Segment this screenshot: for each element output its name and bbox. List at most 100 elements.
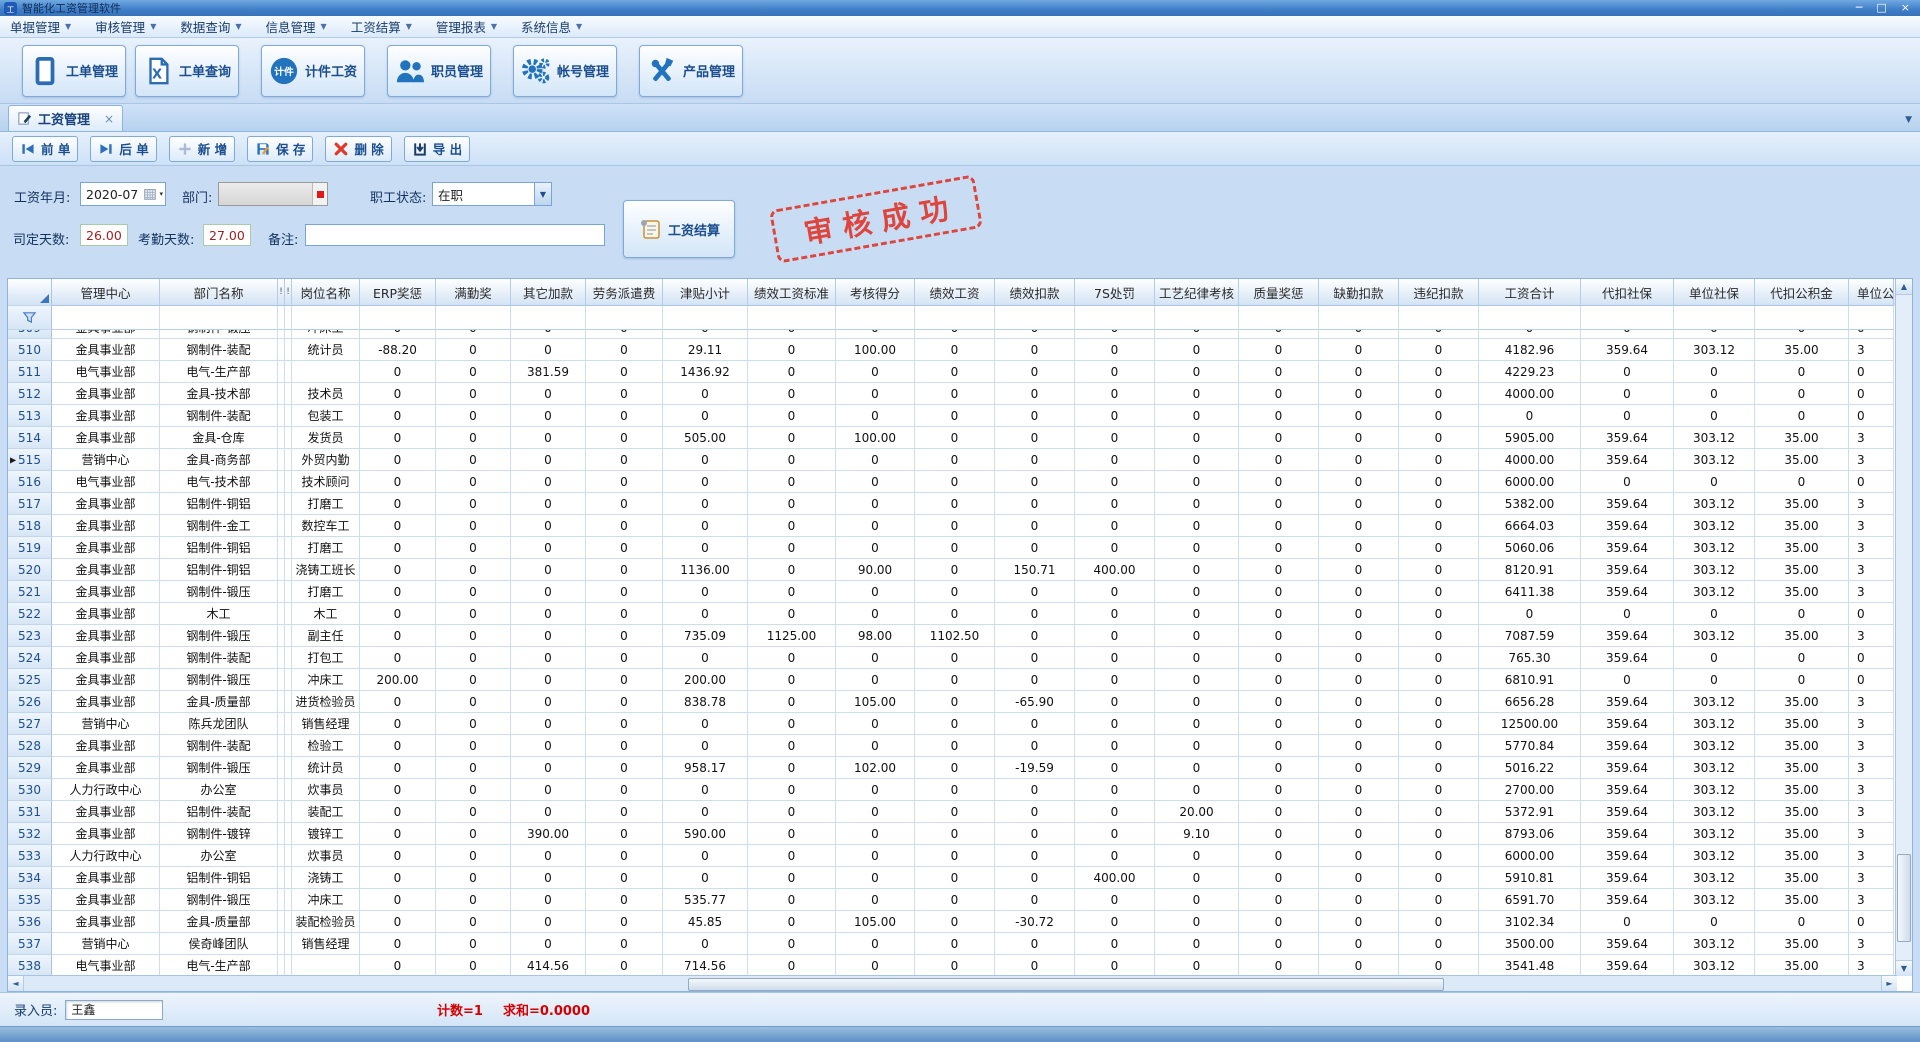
cell[interactable]: 金具事业部 — [52, 757, 160, 779]
cell[interactable]: 0 — [915, 911, 995, 933]
cell[interactable]: 统计员 — [292, 757, 360, 779]
cell[interactable]: 0 — [1075, 911, 1155, 933]
table-row[interactable]: 526金具事业部金具-质量部进货检验员0000838.780105.000-65… — [8, 691, 1895, 713]
filter-cell[interactable] — [836, 306, 915, 330]
cell[interactable]: 金具事业部 — [52, 647, 160, 669]
cell[interactable]: 包装工 — [292, 405, 360, 427]
cell[interactable]: 木工 — [160, 603, 278, 625]
cell[interactable]: 0 — [360, 361, 436, 383]
cell[interactable]: 0 — [1581, 911, 1674, 933]
cell[interactable] — [278, 471, 285, 493]
cell[interactable]: 0 — [360, 537, 436, 559]
cell[interactable]: 35.00 — [1755, 713, 1849, 735]
filter-cell[interactable] — [292, 306, 360, 330]
cell[interactable]: 35.00 — [1755, 845, 1849, 867]
cell[interactable]: 2700.00 — [1479, 779, 1581, 801]
cell[interactable]: 0 — [1155, 449, 1239, 471]
cell[interactable] — [278, 383, 285, 405]
cell[interactable]: 0 — [511, 845, 586, 867]
cell[interactable]: 0 — [1319, 735, 1399, 757]
cell[interactable]: 0 — [663, 801, 748, 823]
cell[interactable]: 35.00 — [1755, 735, 1849, 757]
cell[interactable]: 29.11 — [663, 339, 748, 361]
employee-status-select[interactable]: 在职 ▼ — [432, 182, 552, 206]
cell[interactable]: 0 — [436, 757, 511, 779]
cell[interactable]: 0 — [1399, 330, 1479, 339]
cell[interactable]: 6810.91 — [1479, 669, 1581, 691]
header-cell[interactable]: 考核得分 — [836, 279, 915, 306]
cell[interactable]: 3 — [1849, 889, 1894, 911]
cell[interactable]: 5910.81 — [1479, 867, 1581, 889]
cell[interactable]: 0 — [360, 801, 436, 823]
cell[interactable]: 0 — [1239, 383, 1319, 405]
cell[interactable]: 0 — [511, 933, 586, 955]
cell[interactable]: 3 — [1849, 955, 1894, 977]
cell[interactable]: 销售经理 — [292, 713, 360, 735]
filter-cell[interactable] — [1319, 306, 1399, 330]
cell[interactable]: 0 — [995, 493, 1075, 515]
cell[interactable]: 营销中心 — [52, 449, 160, 471]
row-number[interactable]: 520 — [8, 559, 52, 581]
table-row[interactable]: 532金具事业部钢制件-镀锌镀锌工00390.000590.00000009.1… — [8, 823, 1895, 845]
cell[interactable]: 0 — [511, 647, 586, 669]
cell[interactable]: 35.00 — [1755, 427, 1849, 449]
cell[interactable]: 0 — [1399, 713, 1479, 735]
cell[interactable]: 0 — [436, 405, 511, 427]
cell[interactable]: 0 — [1319, 515, 1399, 537]
cell[interactable]: 0 — [1155, 889, 1239, 911]
cell[interactable]: 0 — [1239, 603, 1319, 625]
cell[interactable]: 0 — [915, 955, 995, 977]
cell[interactable]: 0 — [436, 493, 511, 515]
cell[interactable]: 0 — [1155, 559, 1239, 581]
cell[interactable]: 0 — [995, 955, 1075, 977]
calendar-icon[interactable]: ▾ — [143, 187, 165, 201]
row-number[interactable]: 527 — [8, 713, 52, 735]
cell[interactable]: 0 — [436, 471, 511, 493]
cell[interactable]: 技术员 — [292, 383, 360, 405]
cell[interactable]: 钢制件-镀锌 — [160, 823, 278, 845]
cell[interactable]: 0 — [1319, 330, 1399, 339]
cell[interactable]: 打磨工 — [292, 493, 360, 515]
cell[interactable]: 303.12 — [1674, 537, 1755, 559]
cell[interactable]: 90.00 — [836, 559, 915, 581]
table-row[interactable]: 536金具事业部金具-质量部装配检验员000045.850105.000-30.… — [8, 911, 1895, 933]
record-button-export[interactable]: 导 出 — [404, 136, 470, 162]
cell[interactable]: 0 — [1319, 691, 1399, 713]
record-button-next[interactable]: 后 单 — [90, 136, 156, 162]
cell[interactable]: 0 — [748, 581, 836, 603]
cell[interactable]: 0 — [836, 647, 915, 669]
cell[interactable]: 0 — [1319, 823, 1399, 845]
header-cell[interactable]: 满勤奖 — [436, 279, 511, 306]
cell[interactable]: 0 — [1155, 933, 1239, 955]
cell[interactable]: 303.12 — [1674, 581, 1755, 603]
cell[interactable]: 0 — [1155, 537, 1239, 559]
cell[interactable]: 381.59 — [511, 361, 586, 383]
cell[interactable]: 0 — [995, 361, 1075, 383]
cell[interactable] — [285, 933, 292, 955]
cell[interactable]: 0 — [511, 581, 586, 603]
cell[interactable]: 3 — [1849, 823, 1894, 845]
cell[interactable] — [292, 361, 360, 383]
cell[interactable]: 0 — [1239, 911, 1319, 933]
cell[interactable]: 镀锌工 — [292, 823, 360, 845]
cell[interactable]: 0 — [1319, 867, 1399, 889]
filter-cell[interactable] — [52, 306, 160, 330]
cell[interactable]: 0 — [1075, 427, 1155, 449]
cell[interactable]: 0 — [663, 867, 748, 889]
cell[interactable]: 0 — [436, 691, 511, 713]
cell[interactable]: 20.00 — [1155, 801, 1239, 823]
filter-cell[interactable] — [436, 306, 511, 330]
cell[interactable]: 0 — [748, 845, 836, 867]
cell[interactable]: 0 — [1399, 735, 1479, 757]
filter-cell[interactable] — [748, 306, 836, 330]
cell[interactable]: 0 — [511, 691, 586, 713]
cell[interactable] — [278, 911, 285, 933]
row-number[interactable]: 524 — [8, 647, 52, 669]
cell[interactable]: 0 — [1849, 330, 1894, 339]
cell[interactable]: 35.00 — [1755, 823, 1849, 845]
cell[interactable]: 0 — [915, 647, 995, 669]
department-input[interactable] — [218, 182, 328, 206]
header-cell[interactable]: 工艺纪律考核 — [1155, 279, 1239, 306]
row-number[interactable]: 510 — [8, 339, 52, 361]
row-number[interactable]: 516 — [8, 471, 52, 493]
